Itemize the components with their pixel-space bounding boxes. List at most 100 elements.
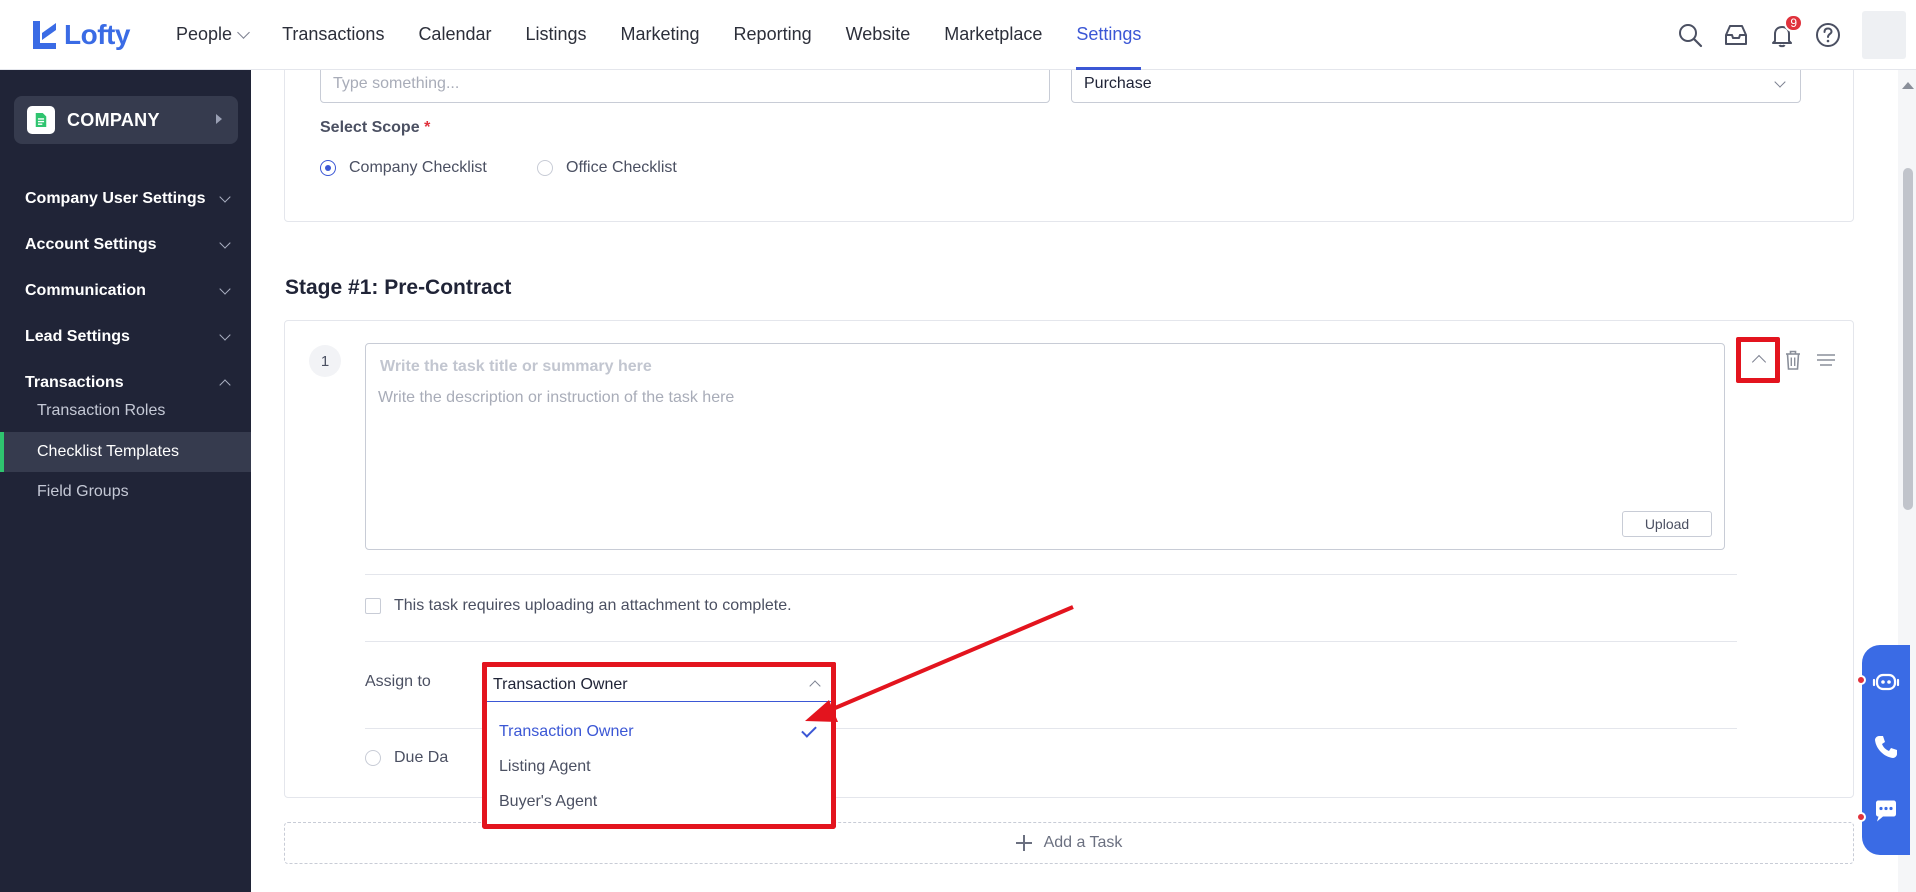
sidebar-section-label: Transactions [25,374,124,391]
nav-transactions-label: Transactions [282,24,385,44]
sidebar-item-label: Checklist Templates [37,443,179,460]
transaction-type-select[interactable]: Purchase [1071,70,1801,103]
stage-title: Stage #1: Pre-Contract [285,276,512,299]
sidebar-item-field-groups[interactable]: Field Groups [0,472,251,512]
sidebar-section-label: Account Settings [25,236,157,253]
nav-transactions[interactable]: Transactions [282,0,384,70]
nav-website-label: Website [845,24,911,44]
attachment-required-checkbox[interactable] [365,598,381,614]
nav-listings-label: Listings [525,24,587,44]
nav-calendar-label: Calendar [418,24,492,44]
lofty-logo-icon [33,20,56,49]
scroll-up-arrow-icon[interactable] [1902,82,1914,89]
sidebar-section-communication[interactable]: Communication [25,276,235,306]
avatar[interactable] [1862,11,1906,59]
chevron-down-icon [219,191,231,203]
sidebar-section-lead-settings[interactable]: Lead Settings [25,322,235,352]
notification-button[interactable]: 9 [1768,14,1803,49]
chevron-up-icon [809,680,821,692]
help-icon[interactable] [1814,21,1842,49]
settings-sidebar: COMPANY Company User Settings Account Se… [0,70,251,892]
nav-people[interactable]: People [176,0,250,70]
plus-icon [1015,835,1032,851]
dropdown-option-label: Listing Agent [499,757,591,775]
sidebar-item-checklist-templates[interactable]: Checklist Templates [0,432,251,472]
task-description-input[interactable]: Write the description or instruction of … [378,389,734,407]
nav-marketplace[interactable]: Marketplace [944,0,1042,70]
chevron-up-icon [219,379,231,391]
upload-button[interactable]: Upload [1622,511,1712,537]
attachment-required-row: This task requires uploading an attachme… [365,597,792,615]
nav-website[interactable]: Website [846,0,911,70]
nav-people-label: People [176,24,233,44]
scope-option-label: Company Checklist [349,159,487,176]
nav-listings[interactable]: Listings [525,0,586,70]
scope-option-label: Office Checklist [566,159,677,176]
dropdown-option-label: Buyer's Agent [499,792,598,810]
dropdown-option-label: Transaction Owner [499,722,634,740]
phone-icon[interactable] [1872,733,1900,761]
dropdown-option-listing-agent[interactable]: Listing Agent [487,749,831,784]
sidebar-section-label: Communication [25,282,146,299]
assign-to-dropdown: Transaction Owner Listing Agent Buyer's … [482,702,836,829]
nav-reporting[interactable]: Reporting [734,0,812,70]
scope-field-label: Select Scope * [320,119,430,137]
top-navigation-bar: Lofty People Transactions Calendar Listi… [0,0,1916,70]
trash-icon[interactable] [1783,349,1803,371]
due-date-radio[interactable] [365,750,381,766]
sidebar-item-label: Transaction Roles [37,402,166,419]
task-card: 1 Write the task title or summary here W… [284,320,1854,829]
company-switcher[interactable]: COMPANY [14,96,238,144]
drag-handle-icon[interactable] [1816,349,1836,371]
scrollbar-thumb[interactable] [1903,168,1913,510]
task-number: 1 [309,345,341,377]
assign-to-select[interactable]: Transaction Owner [482,662,836,702]
sidebar-section-account-settings[interactable]: Account Settings [25,230,235,260]
main-content: Type something... Purchase Select Scope … [251,70,1916,892]
radio-unchecked-icon [537,160,553,176]
assign-to-label: Assign to [365,673,431,690]
company-icon [27,106,55,134]
dropdown-option-buyers-agent[interactable]: Buyer's Agent [487,784,831,819]
scope-radio-company[interactable]: Company Checklist [320,159,487,177]
task-editor[interactable]: Write the task title or summary here Wri… [365,343,1725,550]
chatbot-icon[interactable] [1872,667,1900,695]
chevron-down-icon [219,237,231,249]
nav-marketing[interactable]: Marketing [621,0,700,70]
sidebar-section-company-user-settings[interactable]: Company User Settings [25,184,235,214]
search-icon[interactable] [1676,21,1704,49]
chevron-down-icon [219,329,231,341]
nav-reporting-label: Reporting [733,24,812,44]
attachment-required-label: This task requires uploading an attachme… [394,597,792,614]
unread-dot [1856,812,1866,822]
template-name-input[interactable]: Type something... [320,70,1050,103]
sidebar-item-transaction-roles[interactable]: Transaction Roles [0,391,251,431]
transaction-type-value: Purchase [1084,75,1152,92]
chevron-up-icon [1751,354,1767,370]
assign-to-value: Transaction Owner [493,675,628,693]
lofty-logo[interactable]: Lofty [30,19,176,51]
unread-dot [1856,675,1866,685]
nav-settings-label: Settings [1076,24,1142,44]
scope-label-text: Select Scope [320,119,420,136]
dropdown-option-transaction-owner[interactable]: Transaction Owner [487,714,831,749]
nav-marketplace-label: Marketplace [944,24,1043,44]
company-label: COMPANY [67,109,160,130]
chevron-down-icon [1774,76,1786,88]
checkmark-icon [801,722,817,738]
chat-bubble-icon[interactable] [1872,797,1900,825]
nav-marketing-label: Marketing [620,24,700,44]
radio-checked-icon [320,160,336,176]
sidebar-item-label: Field Groups [37,483,129,500]
nav-settings[interactable]: Settings [1076,0,1142,70]
caret-right-icon [216,114,222,124]
inbox-icon[interactable] [1722,21,1750,49]
nav-calendar[interactable]: Calendar [418,0,491,70]
top-icon-group: 9 [1658,0,1916,70]
due-date-label: Due Da [394,749,449,766]
scope-radio-office[interactable]: Office Checklist [537,159,677,177]
collapse-task-button[interactable] [1736,337,1780,383]
task-title-input[interactable]: Write the task title or summary here [380,358,652,376]
sidebar-section-label: Lead Settings [25,328,130,345]
sidebar-section-label: Company User Settings [25,190,206,207]
